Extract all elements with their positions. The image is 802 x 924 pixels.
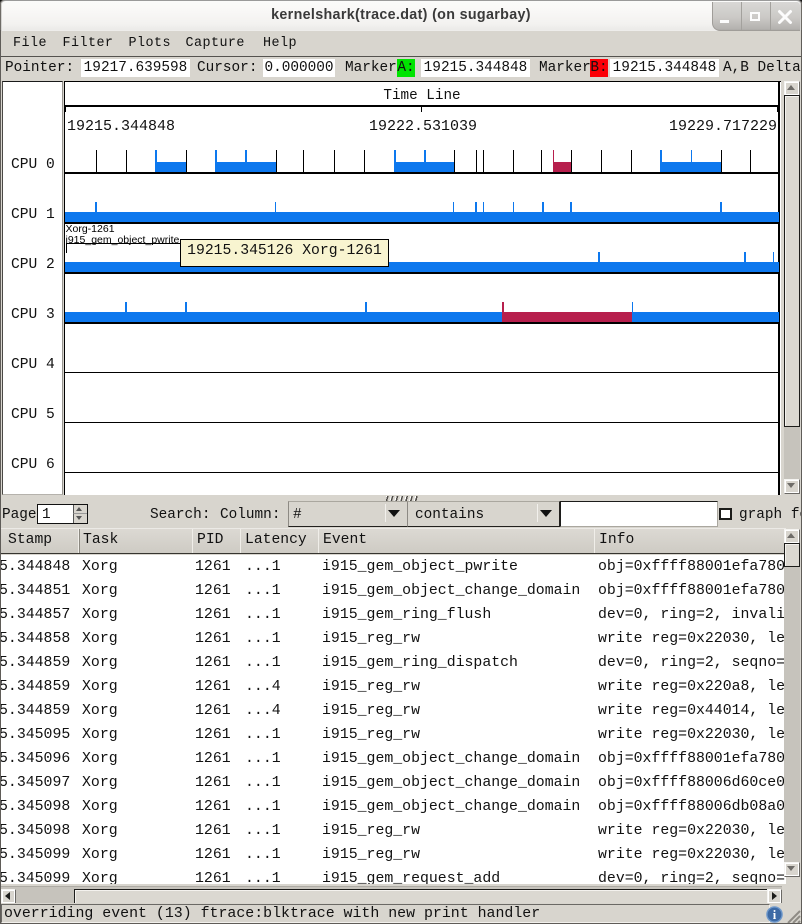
svg-text:i: i (773, 908, 777, 922)
